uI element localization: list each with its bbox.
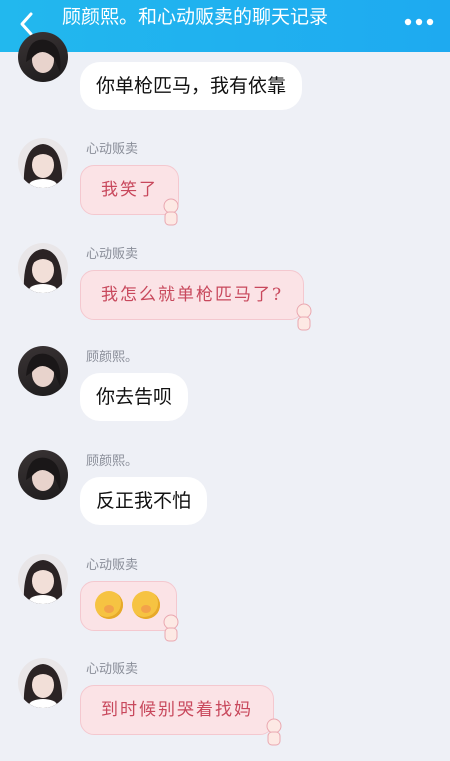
message-row: 心动贩卖 我笑了 <box>0 135 450 235</box>
message-row: 顾颜熙。 反正我不怕 <box>0 447 450 547</box>
sender-name: 心动贩卖 <box>86 142 139 157</box>
bubble-doll-decoration <box>296 303 312 331</box>
avatar[interactable] <box>18 450 68 500</box>
sender-name: 心动贩卖 <box>86 247 139 262</box>
top-bar: 顾颜熙。和心动贩卖的聊天记录 <box>0 0 450 52</box>
giggle-emoji-icon <box>95 591 123 619</box>
avatar[interactable] <box>18 658 68 708</box>
sender-name: 心动贩卖 <box>86 662 139 677</box>
avatar[interactable] <box>18 346 68 396</box>
message-row: 心动贩卖 <box>0 551 450 651</box>
message-bubble: 你单枪匹马，我有依靠 <box>80 62 303 110</box>
message-row: 你单枪匹马，我有依靠 <box>0 32 450 122</box>
avatar-photo <box>26 457 61 491</box>
avatar[interactable] <box>18 32 68 82</box>
avatar-photo <box>23 144 63 188</box>
bubble-doll-decoration <box>163 198 179 226</box>
bubble-doll-decoration <box>266 718 282 746</box>
avatar-photo <box>23 560 63 604</box>
more-dots-icon[interactable] <box>404 12 434 32</box>
avatar[interactable] <box>18 138 68 188</box>
message-row: 心动贩卖 我怎么就单枪匹马了? <box>0 240 450 340</box>
chat-title: 顾颜熙。和心动贩卖的聊天记录 <box>62 6 329 28</box>
avatar[interactable] <box>18 554 68 604</box>
sender-name: 心动贩卖 <box>86 558 139 573</box>
sender-name: 顾颜熙。 <box>86 350 139 365</box>
giggle-emoji-icon <box>132 591 161 619</box>
avatar-photo <box>23 664 63 708</box>
bubble-doll-decoration <box>163 614 179 642</box>
avatar[interactable] <box>18 243 68 293</box>
message-bubble: 到时候别哭着找妈 <box>80 685 274 735</box>
message-row: 顾颜熙。 你去告呗 <box>0 343 450 443</box>
avatar-photo <box>26 39 61 73</box>
message-bubble: 反正我不怕 <box>80 477 208 525</box>
message-bubble: 你去告呗 <box>80 373 189 421</box>
avatar-photo <box>26 353 61 387</box>
avatar-photo <box>23 249 63 293</box>
message-bubble: 我怎么就单枪匹马了? <box>80 270 305 320</box>
sender-name: 顾颜熙。 <box>86 454 139 469</box>
message-row: 心动贩卖 到时候别哭着找妈 <box>0 655 450 755</box>
